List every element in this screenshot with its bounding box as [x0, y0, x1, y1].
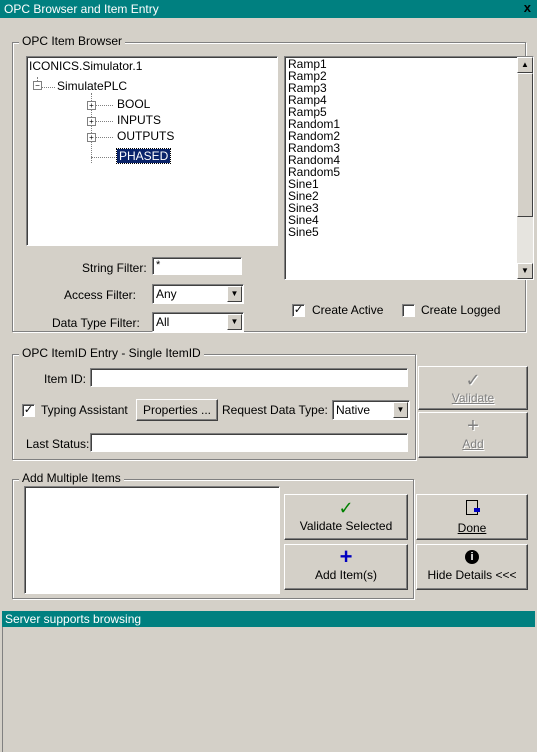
scroll-down-icon[interactable]: ▼ [517, 263, 533, 279]
datatype-filter-select[interactable]: All ▼ [152, 312, 244, 332]
status-panel [2, 611, 535, 752]
string-filter-value: * [156, 259, 161, 271]
last-status-label: Last Status: [26, 437, 90, 451]
status-text: Server supports browsing [5, 612, 142, 626]
create-logged-checkbox[interactable] [402, 304, 415, 317]
typing-assistant-checkbox[interactable]: ✓ [22, 404, 35, 417]
plus-icon: + [339, 544, 353, 569]
check-icon: ✓ [338, 498, 354, 518]
collapse-icon[interactable]: − [33, 81, 42, 90]
expand-icon[interactable]: + [87, 133, 96, 142]
tree-node-simulateplc[interactable]: SimulatePLC [57, 79, 127, 93]
create-active-label[interactable]: Create Active [312, 303, 383, 317]
string-filter-label: String Filter: [82, 261, 147, 275]
multiple-items-list[interactable] [24, 486, 280, 594]
chevron-down-icon[interactable]: ▼ [393, 402, 408, 418]
door-exit-icon [466, 500, 480, 515]
add-items-button[interactable]: + Add Item(s) [284, 544, 408, 590]
chevron-down-icon[interactable]: ▼ [227, 314, 242, 330]
item-list[interactable]: Ramp1 Ramp2 Ramp3 Ramp4 Ramp5 Random1 Random2 R… [284, 56, 534, 280]
properties-button[interactable]: Properties ... [136, 399, 218, 421]
hide-details-button[interactable]: i Hide Details <<< [416, 544, 528, 590]
tree-node-bool[interactable]: BOOL [117, 97, 150, 111]
tree-node-phased-selected[interactable]: PHASED [115, 148, 172, 164]
scroll-up-icon[interactable]: ▲ [517, 57, 533, 73]
list-item[interactable]: Sine5 [288, 226, 340, 238]
done-button-label: Done [457, 521, 487, 535]
access-filter-label: Access Filter: [64, 288, 137, 302]
tree-node-inputs[interactable]: INPUTS [117, 113, 161, 127]
status-bar: Server supports browsing [2, 611, 535, 627]
datatype-filter-value: All [156, 315, 170, 329]
request-type-value: Native [336, 403, 371, 417]
window-title: OPC Browser and Item Entry [4, 2, 159, 16]
create-logged-label[interactable]: Create Logged [421, 303, 500, 317]
chevron-down-icon[interactable]: ▼ [227, 286, 242, 302]
tree-root-node[interactable]: ICONICS.Simulator.1 [29, 59, 142, 73]
itemid-entry-legend: OPC ItemID Entry - Single ItemID [19, 346, 204, 360]
info-icon: i [465, 550, 479, 564]
validate-selected-label: Validate Selected [299, 519, 393, 533]
datatype-filter-label: Data Type Filter: [52, 316, 140, 330]
title-bar: OPC Browser and Item Entry x [0, 0, 537, 18]
item-list-scrollbar[interactable]: ▲ ▼ [517, 57, 533, 279]
add-items-label: Add Item(s) [314, 568, 377, 582]
opc-item-browser-legend: OPC Item Browser [19, 34, 126, 48]
request-type-label: Request Data Type: [222, 403, 328, 417]
access-filter-select[interactable]: Any ▼ [152, 284, 244, 304]
typing-assistant-label[interactable]: Typing Assistant [41, 403, 128, 417]
validate-selected-button[interactable]: ✓ Validate Selected [284, 494, 408, 540]
scroll-thumb[interactable] [517, 73, 533, 217]
validate-button[interactable]: ✓ Validate [418, 366, 528, 410]
hide-details-label: Hide Details <<< [427, 568, 517, 582]
tree-node-outputs[interactable]: OUTPUTS [117, 129, 174, 143]
string-filter-input[interactable]: * [152, 257, 242, 275]
expand-icon[interactable]: + [87, 117, 96, 126]
item-id-input[interactable] [90, 368, 408, 387]
expand-icon[interactable]: + [87, 101, 96, 110]
last-status-field [90, 433, 408, 452]
item-id-label: Item ID: [44, 372, 87, 386]
add-button-label: Add [462, 437, 484, 451]
check-icon: ✓ [465, 370, 481, 390]
create-active-checkbox[interactable]: ✓ [292, 304, 305, 317]
add-multiple-legend: Add Multiple Items [19, 471, 124, 485]
item-tree-view[interactable]: ICONICS.Simulator.1 − SimulatePLC + BOOL… [26, 56, 278, 246]
request-type-select[interactable]: Native ▼ [332, 400, 410, 420]
plus-icon: + [467, 415, 479, 437]
done-button[interactable]: Done [416, 494, 528, 540]
access-filter-value: Any [156, 287, 177, 301]
add-button[interactable]: + Add [418, 412, 528, 458]
close-icon[interactable]: x [524, 0, 531, 15]
validate-button-label: Validate [451, 391, 495, 405]
properties-button-label: Properties ... [142, 403, 212, 417]
